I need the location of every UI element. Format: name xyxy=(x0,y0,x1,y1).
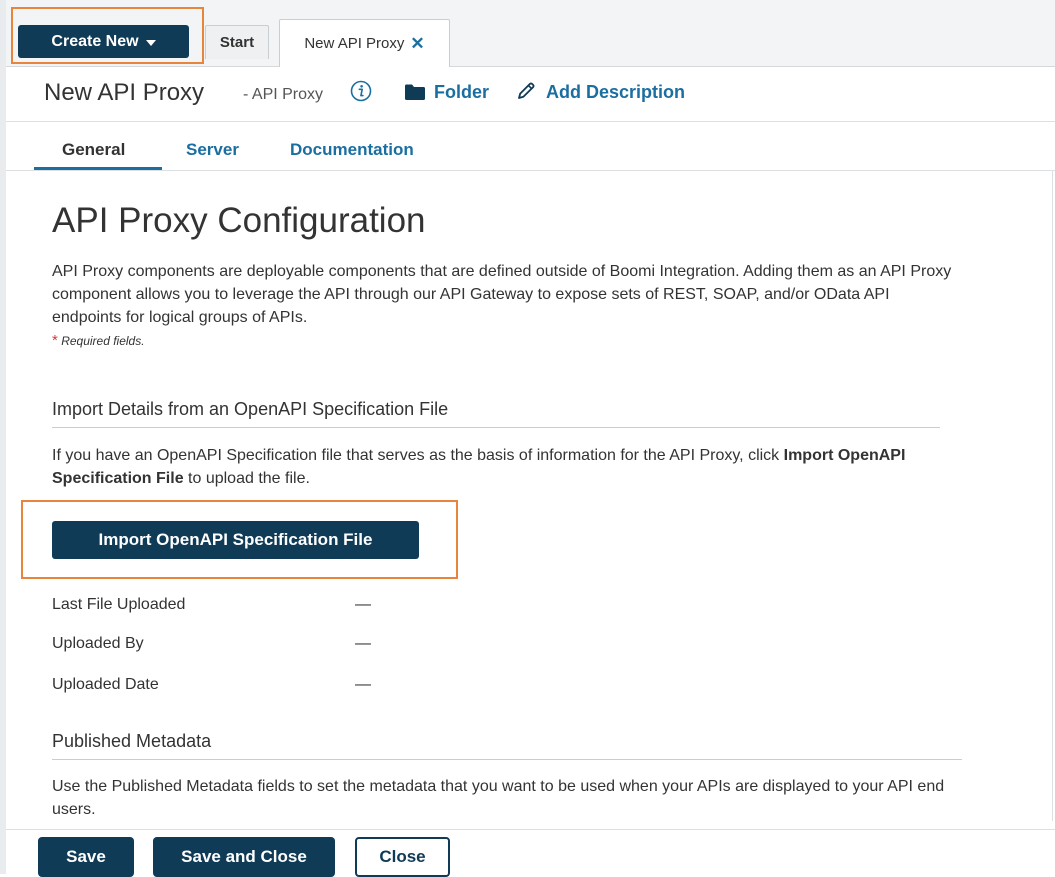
info-icon[interactable] xyxy=(350,80,372,102)
create-new-label: Create New xyxy=(51,32,139,50)
required-note: * Required fields. xyxy=(52,332,145,349)
save-and-close-button[interactable]: Save and Close xyxy=(153,837,335,877)
import-desc-end: to upload the file. xyxy=(183,470,310,487)
tab-start[interactable]: Start xyxy=(205,25,269,59)
tab-general[interactable]: General xyxy=(62,140,125,160)
close-button[interactable]: Close xyxy=(355,837,450,877)
tab-new-api-proxy-label: New API Proxy xyxy=(304,35,405,52)
metadata-section-title: Published Metadata xyxy=(52,731,212,751)
import-description: If you have an OpenAPI Specification fil… xyxy=(52,444,952,490)
create-new-button[interactable]: Create New xyxy=(18,25,189,58)
page-description: API Proxy components are deployable comp… xyxy=(52,263,952,326)
close-icon[interactable]: ✕ xyxy=(410,35,424,52)
sub-tab-bar: General Server Documentation xyxy=(6,121,1055,171)
folder-link[interactable]: Folder xyxy=(434,82,489,103)
caret-down-icon xyxy=(145,39,156,46)
uploaded-date-value: — xyxy=(355,676,371,693)
tab-new-api-proxy[interactable]: New API Proxy ✕ xyxy=(279,19,450,67)
uploaded-date-label: Uploaded Date xyxy=(52,676,159,693)
uploaded-by-value: — xyxy=(355,635,371,652)
import-section-title: Import Details from an OpenAPI Specifica… xyxy=(52,399,449,419)
tab-start-label: Start xyxy=(219,34,255,51)
uploaded-by-label: Uploaded By xyxy=(52,635,144,652)
last-file-uploaded-value: — xyxy=(355,596,371,613)
pencil-icon xyxy=(518,82,535,99)
component-header: New API Proxy - API Proxy Folder Add Des… xyxy=(6,67,1055,121)
active-tab-indicator xyxy=(34,167,162,170)
component-title: New API Proxy xyxy=(44,79,205,106)
component-type: - API Proxy xyxy=(243,86,324,103)
required-text: Required fields. xyxy=(61,334,145,348)
import-section-divider xyxy=(52,427,940,428)
required-star: * xyxy=(52,332,58,349)
content-border xyxy=(1052,171,1053,821)
import-desc-text: If you have an OpenAPI Specification fil… xyxy=(52,447,784,464)
save-button[interactable]: Save xyxy=(38,837,134,877)
add-description-link[interactable]: Add Description xyxy=(546,82,685,103)
last-file-uploaded-label: Last File Uploaded xyxy=(52,596,186,613)
metadata-description: Use the Published Metadata fields to set… xyxy=(52,778,945,818)
tab-documentation[interactable]: Documentation xyxy=(290,140,414,160)
metadata-section-divider xyxy=(52,759,962,760)
page-title: API Proxy Configuration xyxy=(52,201,426,240)
import-openapi-button[interactable]: Import OpenAPI Specification File xyxy=(52,521,419,559)
folder-icon xyxy=(405,84,425,100)
tab-server[interactable]: Server xyxy=(186,140,239,160)
